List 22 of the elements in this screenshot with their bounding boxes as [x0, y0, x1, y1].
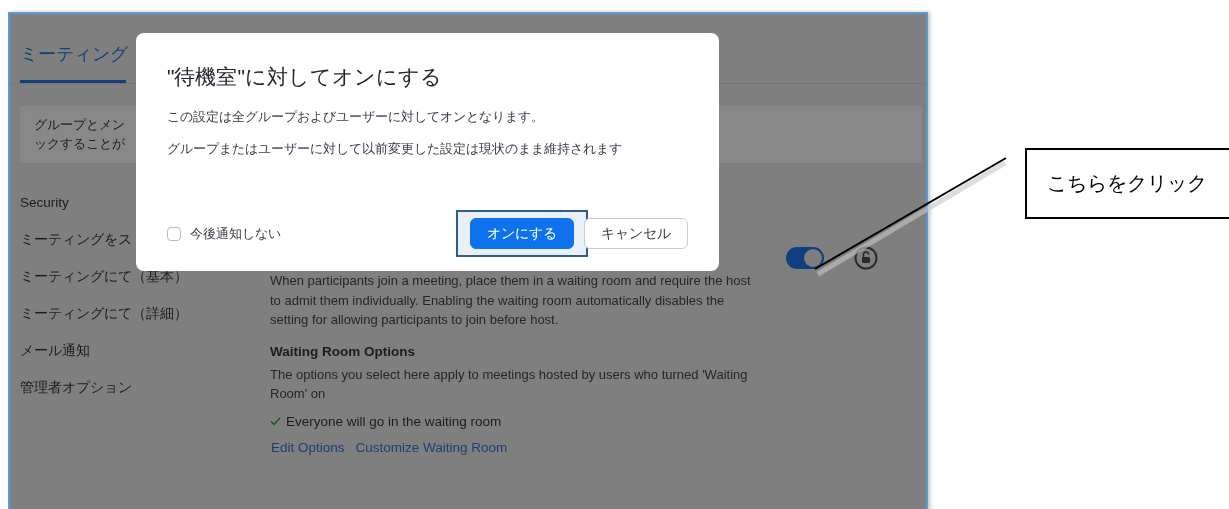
- sidebar-item[interactable]: ミーティングにて（詳細）: [20, 304, 270, 323]
- sidebar-item[interactable]: 管理者オプション: [20, 378, 270, 397]
- toggle-switch[interactable]: [786, 247, 824, 269]
- dialog-button[interactable]: キャンセル: [584, 218, 688, 249]
- dialog-text: グループまたはユーザーに対して以前変更した設定は現状のまま維持されます: [167, 140, 623, 158]
- dialog-title: "待機室"に対してオンにする: [167, 64, 443, 90]
- options-description: The options you select here apply to meetings hosted by users who turned 'Waiting Room' on: [270, 365, 749, 403]
- checkbox[interactable]: [167, 226, 181, 241]
- lock-icon[interactable]: [854, 246, 878, 270]
- sidebar-item[interactable]: メール通知: [20, 341, 270, 360]
- callout-text: こちらをクリック: [1047, 171, 1207, 196]
- option-label: Everyone will go in the waiting room: [286, 413, 502, 429]
- option-link[interactable]: Edit Options: [271, 439, 345, 455]
- setting-description: When participants join a meeting, place them in a waiting room and require the host to admit them individually. Enabling the waiting room automatically disables the setting for allowing participants to join before host.: [270, 272, 752, 329]
- option-link[interactable]: Customize Waiting Room: [355, 439, 508, 455]
- notice-text: グループとメン: [34, 116, 125, 133]
- notice-text: ックすることが: [34, 135, 125, 152]
- dialog-text: この設定は全グループおよびユーザーに対してオンとなります。: [167, 108, 545, 126]
- dialog-button[interactable]: オンにする: [470, 218, 574, 249]
- meeting-tab[interactable]: ミーティング: [20, 42, 126, 83]
- checkbox-label: 今後通知しない: [190, 224, 281, 243]
- options-title: Waiting Room Options: [270, 343, 416, 359]
